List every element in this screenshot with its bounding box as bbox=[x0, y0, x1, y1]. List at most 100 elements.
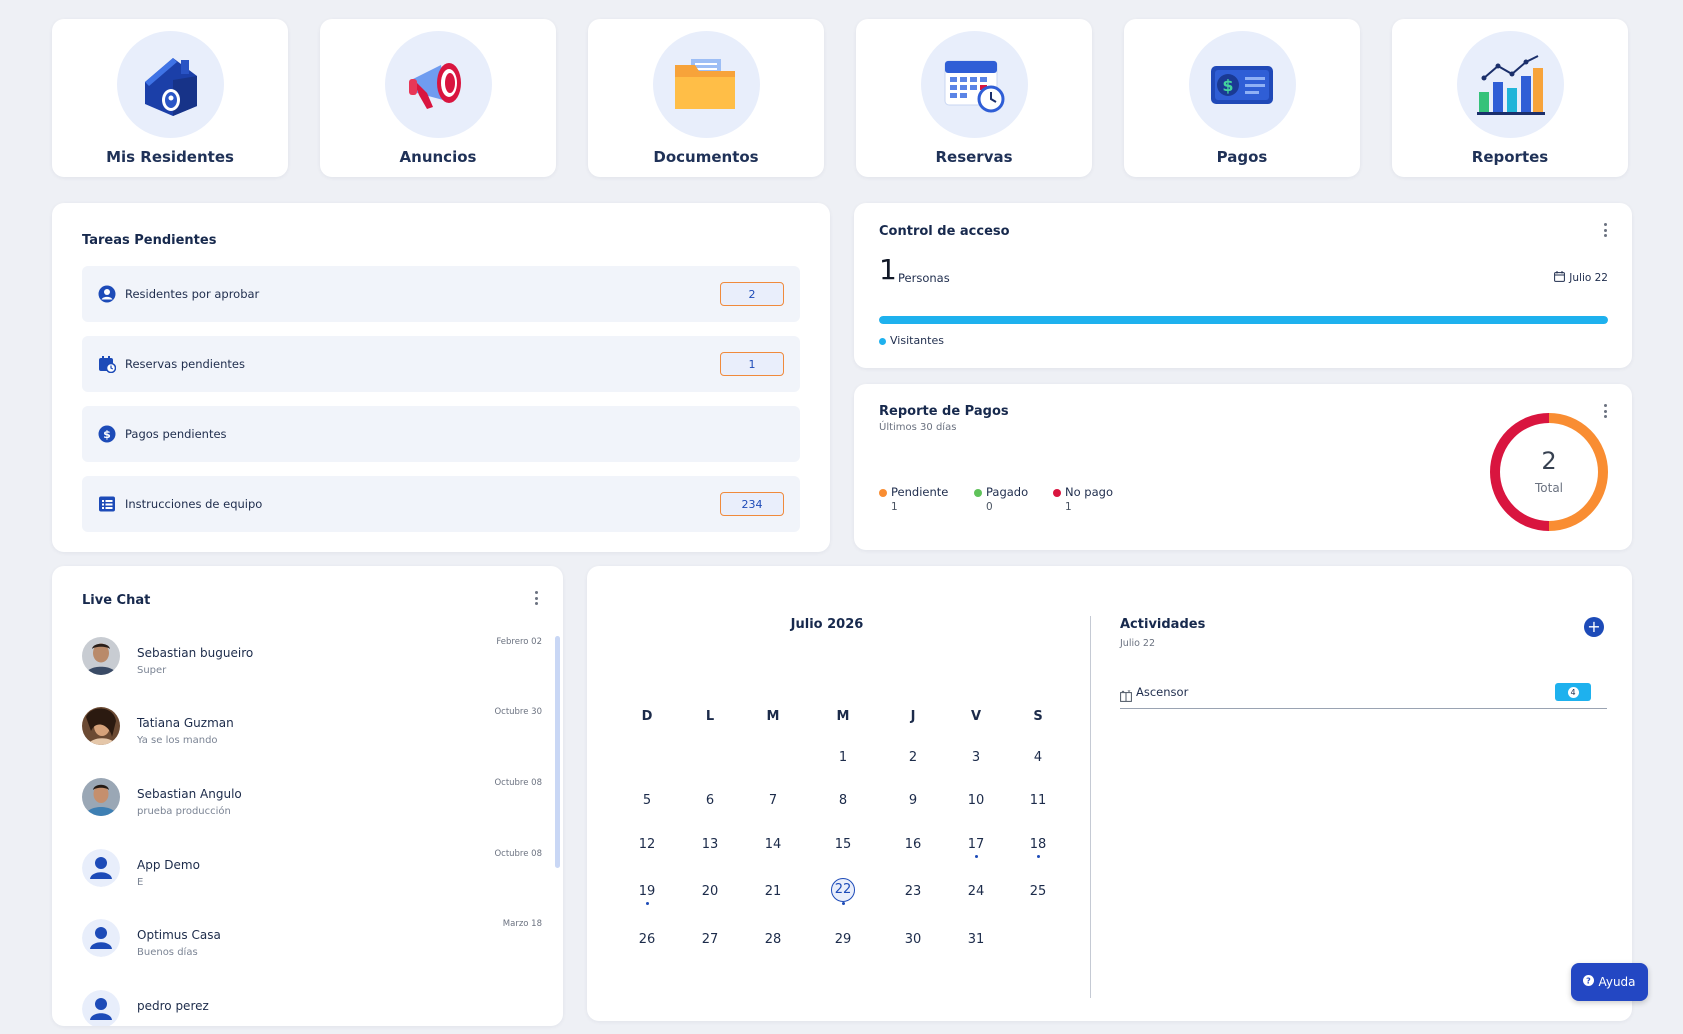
calendar-day[interactable]: 25 bbox=[1018, 884, 1058, 899]
calendar-day[interactable]: 27 bbox=[690, 932, 730, 947]
folder-icon bbox=[652, 31, 760, 138]
chat-item[interactable]: pedro perez bbox=[82, 990, 542, 1026]
calendar-day[interactable]: 18 bbox=[1018, 837, 1058, 858]
elevator-icon bbox=[1120, 687, 1132, 706]
activities-title: Actividades bbox=[1120, 617, 1206, 632]
legend-dot bbox=[879, 488, 887, 497]
calendar-day[interactable]: 21 bbox=[753, 884, 793, 899]
calendar-day[interactable]: 20 bbox=[690, 884, 730, 899]
tasks-card: Tareas Pendientes Residentes por aprobar… bbox=[52, 203, 830, 552]
calendar-day-number: 25 bbox=[1029, 884, 1047, 899]
help-button[interactable]: ? Ayuda bbox=[1571, 963, 1648, 1001]
weekday-header: M bbox=[836, 709, 850, 724]
payments-title: Reporte de Pagos bbox=[879, 404, 1009, 419]
kebab-menu-icon[interactable] bbox=[1604, 223, 1608, 237]
calendar-icon bbox=[98, 355, 116, 373]
legend-value: 1 bbox=[891, 501, 898, 513]
access-legend-label: Visitantes bbox=[890, 334, 944, 347]
calendar-day[interactable]: 9 bbox=[893, 793, 933, 808]
chat-item[interactable]: Optimus Casa Buenos días Marzo 18 bbox=[82, 919, 542, 979]
task-row-residentes[interactable]: Residentes por aprobar 2 bbox=[82, 266, 800, 322]
legend-value: 1 bbox=[1065, 501, 1072, 513]
avatar bbox=[82, 637, 120, 675]
weekday-header: J bbox=[910, 709, 916, 724]
house-icon bbox=[116, 31, 224, 138]
calendar-day[interactable]: 31 bbox=[956, 932, 996, 947]
task-row-reservas[interactable]: Reservas pendientes 1 bbox=[82, 336, 800, 392]
chat-item[interactable]: Sebastian bugueiro Super Febrero 02 bbox=[82, 637, 542, 697]
calendar-day[interactable]: 1 bbox=[823, 750, 863, 765]
access-count-label: Personas bbox=[898, 271, 950, 285]
calendar-day[interactable]: 22 bbox=[823, 878, 863, 905]
calendar-day-number: 14 bbox=[764, 837, 782, 852]
calendar-day[interactable]: 30 bbox=[893, 932, 933, 947]
calendar-day[interactable]: 24 bbox=[956, 884, 996, 899]
calendar-day-number: 5 bbox=[642, 793, 652, 808]
tile-label: Pagos bbox=[1216, 148, 1268, 166]
calendar-day[interactable]: 11 bbox=[1018, 793, 1058, 808]
calendar-day[interactable]: 10 bbox=[956, 793, 996, 808]
calendar-day[interactable]: 29 bbox=[823, 932, 863, 947]
chat-item[interactable]: App Demo E Octubre 08 bbox=[82, 849, 542, 909]
calendar-day-number: 12 bbox=[638, 837, 656, 852]
tile-reservas[interactable]: Reservas bbox=[856, 19, 1092, 177]
calendar-day-number: 17 bbox=[967, 837, 985, 852]
calendar-day[interactable]: 17 bbox=[956, 837, 996, 858]
calendar-day-number: 27 bbox=[701, 932, 719, 947]
event-dot bbox=[974, 855, 978, 858]
tile-documentos[interactable]: Documentos bbox=[588, 19, 824, 177]
add-activity-button[interactable]: + bbox=[1584, 617, 1604, 637]
calendar-day[interactable]: 5 bbox=[627, 793, 667, 808]
payments-legend-pendiente: Pendiente 1 bbox=[879, 485, 979, 513]
calendar-day[interactable]: 4 bbox=[1018, 750, 1058, 765]
tile-reportes[interactable]: Reportes bbox=[1392, 19, 1628, 177]
calendar-day[interactable]: 19 bbox=[627, 884, 667, 905]
calendar-day[interactable]: 12 bbox=[627, 837, 667, 852]
tile-label: Anuncios bbox=[399, 148, 477, 166]
bar-chart-icon bbox=[1456, 31, 1564, 138]
calendar-day[interactable]: 7 bbox=[753, 793, 793, 808]
task-row-pagos[interactable]: $ Pagos pendientes bbox=[82, 406, 800, 462]
calendar-day[interactable]: 6 bbox=[690, 793, 730, 808]
activity-badge-count: 4 bbox=[1567, 686, 1579, 698]
live-chat-card: Live Chat Sebastian bugueiro Super Febre… bbox=[52, 566, 563, 1026]
chat-message: Ya se los mando bbox=[137, 735, 218, 746]
divider bbox=[1090, 616, 1091, 998]
donut-total: 2 bbox=[1541, 447, 1557, 475]
chat-scrollbar[interactable] bbox=[555, 636, 560, 868]
calendar-day[interactable]: 13 bbox=[690, 837, 730, 852]
calendar-day-number: 26 bbox=[638, 932, 656, 947]
chat-date: Octubre 08 bbox=[494, 849, 542, 859]
activity-item[interactable]: Ascensor 4 bbox=[1120, 683, 1607, 709]
tile-label: Documentos bbox=[653, 148, 759, 166]
chat-item[interactable]: Tatiana Guzman Ya se los mando Octubre 3… bbox=[82, 707, 542, 767]
calendar-day[interactable]: 8 bbox=[823, 793, 863, 808]
tile-anuncios[interactable]: Anuncios bbox=[320, 19, 556, 177]
tile-pagos[interactable]: $ Pagos bbox=[1124, 19, 1360, 177]
calendar-day[interactable]: 23 bbox=[893, 884, 933, 899]
calendar-day[interactable]: 3 bbox=[956, 750, 996, 765]
calendar-day-number: 16 bbox=[904, 837, 922, 852]
calendar-day-number: 7 bbox=[768, 793, 778, 808]
calendar-day[interactable]: 16 bbox=[893, 837, 933, 852]
calendar-day[interactable]: 15 bbox=[823, 837, 863, 852]
calendar-day[interactable]: 28 bbox=[753, 932, 793, 947]
kebab-menu-icon[interactable] bbox=[535, 591, 539, 605]
chat-date: Octubre 30 bbox=[494, 707, 542, 717]
calendar-day[interactable]: 14 bbox=[753, 837, 793, 852]
calendar-day-number: 9 bbox=[908, 793, 918, 808]
chat-item[interactable]: Sebastian Angulo prueba producción Octub… bbox=[82, 778, 542, 838]
chat-name: Sebastian Angulo bbox=[137, 787, 242, 801]
legend-dot bbox=[879, 337, 886, 345]
calendar-day-number: 4 bbox=[1033, 750, 1043, 765]
tile-label: Mis Residentes bbox=[106, 148, 234, 166]
access-card: Control de acceso 1 Personas Julio 22 Vi… bbox=[854, 203, 1632, 368]
tile-mis-residentes[interactable]: Mis Residentes bbox=[52, 19, 288, 177]
today-marker: 22 bbox=[831, 878, 855, 902]
calendar-day-number: 28 bbox=[764, 932, 782, 947]
donut-total-label: Total bbox=[1534, 481, 1564, 495]
calendar-day[interactable]: 26 bbox=[627, 932, 667, 947]
calendar-day[interactable]: 2 bbox=[893, 750, 933, 765]
task-row-instrucciones[interactable]: Instrucciones de equipo 234 bbox=[82, 476, 800, 532]
tasks-title: Tareas Pendientes bbox=[82, 233, 217, 248]
